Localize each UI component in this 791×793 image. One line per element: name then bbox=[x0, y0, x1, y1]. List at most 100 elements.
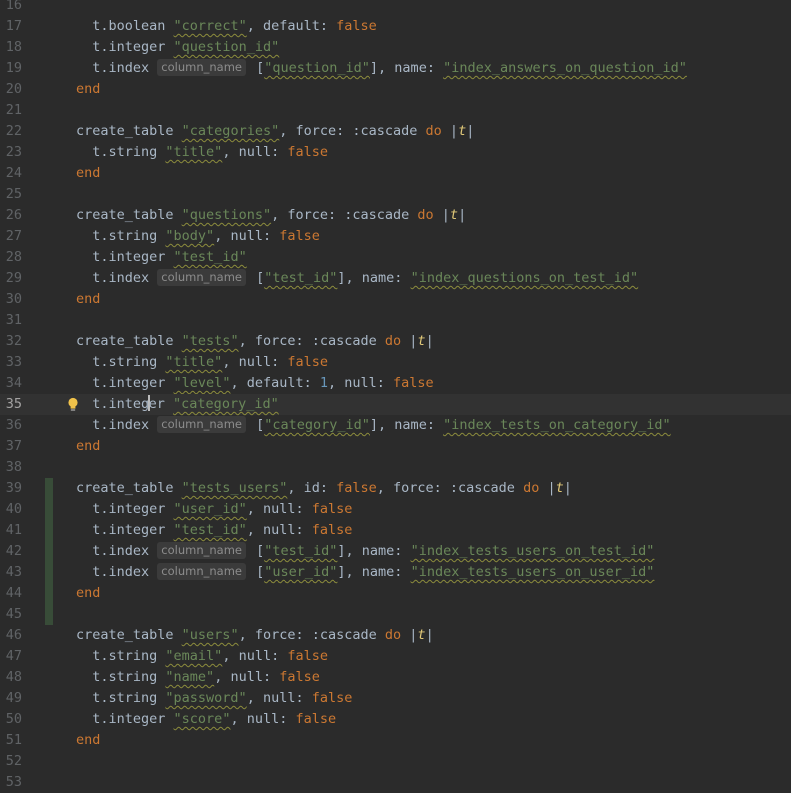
code-line[interactable]: 30 end bbox=[0, 289, 791, 310]
code-line[interactable]: 49 t.string "password", null: false bbox=[0, 688, 791, 709]
line-number: 42 bbox=[5, 543, 22, 559]
changed-lines-marker[interactable] bbox=[45, 604, 53, 625]
code-line[interactable]: 18 t.integer "question_id" bbox=[0, 37, 791, 58]
code-text: create_table bbox=[76, 333, 182, 349]
line-number: 25 bbox=[5, 186, 22, 202]
code-line[interactable]: 32 create_table "tests", force: :cascade … bbox=[0, 331, 791, 352]
keyword-token: false bbox=[279, 228, 320, 244]
string-token: "question_id" bbox=[264, 60, 370, 76]
string-token: "correct" bbox=[173, 18, 247, 34]
string-token: "test_id" bbox=[173, 522, 247, 538]
string-token: "user_id" bbox=[264, 564, 338, 580]
code-line[interactable]: 17 t.boolean "correct", default: false bbox=[0, 16, 791, 37]
line-number: 31 bbox=[5, 312, 22, 328]
code-line[interactable]: 21 bbox=[0, 100, 791, 121]
code-content: end bbox=[76, 436, 100, 457]
code-line[interactable]: 26 create_table "questions", force: :casc… bbox=[0, 205, 791, 226]
code-line[interactable]: 33 t.string "title", null: false bbox=[0, 352, 791, 373]
code-line[interactable]: 50 t.integer "score", null: false bbox=[0, 709, 791, 730]
code-line[interactable]: 36 t.index column_name ["category_id"], … bbox=[0, 415, 791, 436]
code-line[interactable]: 31 bbox=[0, 310, 791, 331]
block-param-token: t bbox=[458, 123, 467, 139]
code-line[interactable]: 46 create_table "users", force: :cascade … bbox=[0, 625, 791, 646]
code-text: [ bbox=[247, 417, 265, 433]
code-line[interactable]: 42 t.index column_name ["test_id"], name… bbox=[0, 541, 791, 562]
parameter-hint[interactable]: column_name bbox=[157, 269, 246, 286]
changed-lines-marker[interactable] bbox=[45, 562, 53, 583]
code-text: t.integer bbox=[76, 501, 174, 517]
code-line[interactable]: 35 t.integer "category_id" bbox=[0, 394, 791, 415]
code-line[interactable]: 40 t.integer "user_id", null: false bbox=[0, 499, 791, 520]
code-text: , force: :cascade bbox=[376, 480, 524, 496]
block-param-token: t bbox=[449, 207, 459, 223]
code-line[interactable]: 23 t.string "title", null: false bbox=[0, 142, 791, 163]
code-text: , id: bbox=[287, 480, 337, 496]
code-text: , null: bbox=[246, 501, 312, 517]
code-text: | bbox=[425, 333, 434, 349]
code-line[interactable]: 27 t.string "body", null: false bbox=[0, 226, 791, 247]
parameter-hint[interactable]: column_name bbox=[157, 542, 246, 559]
code-line[interactable]: 20 end bbox=[0, 79, 791, 100]
code-line[interactable]: 22 create_table "categories", force: :cas… bbox=[0, 121, 791, 142]
line-number: 18 bbox=[5, 39, 22, 55]
code-text: t.string bbox=[76, 669, 166, 685]
code-content: t.index column_name ["test_id"], name: "… bbox=[76, 268, 638, 289]
line-number: 32 bbox=[5, 333, 22, 349]
code-text: t.string bbox=[76, 144, 166, 160]
string-token: "question_id" bbox=[173, 39, 280, 55]
parameter-hint[interactable]: column_name bbox=[157, 563, 246, 580]
code-line[interactable]: 52 bbox=[0, 751, 791, 772]
code-line[interactable]: 39 create_table "tests_users", id: false,… bbox=[0, 478, 791, 499]
keyword-token: end bbox=[76, 732, 101, 748]
keyword-token: end bbox=[76, 438, 101, 454]
string-token: "users" bbox=[181, 627, 239, 643]
changed-lines-marker[interactable] bbox=[45, 499, 53, 520]
code-content: t.integer "test_id", null: false bbox=[76, 520, 352, 541]
code-line[interactable]: 28 t.integer "test_id" bbox=[0, 247, 791, 268]
code-line[interactable]: 25 bbox=[0, 184, 791, 205]
code-line[interactable]: 34 t.integer "level", default: 1, null: … bbox=[0, 373, 791, 394]
changed-lines-marker[interactable] bbox=[45, 478, 53, 499]
code-line[interactable]: 37 end bbox=[0, 436, 791, 457]
code-line[interactable]: 29 t.index column_name ["test_id"], name… bbox=[0, 268, 791, 289]
keyword-token: false bbox=[287, 354, 328, 370]
code-line[interactable]: 24 end bbox=[0, 163, 791, 184]
code-text: | bbox=[401, 627, 418, 643]
code-text: | bbox=[539, 480, 556, 496]
code-text: t.string bbox=[76, 228, 166, 244]
code-text: , default: bbox=[230, 375, 320, 391]
code-content: t.index column_name ["test_id"], name: "… bbox=[76, 541, 654, 562]
code-line[interactable]: 47 t.string "email", null: false bbox=[0, 646, 791, 667]
code-line[interactable]: 53 bbox=[0, 772, 791, 793]
code-line[interactable]: 41 t.integer "test_id", null: false bbox=[0, 520, 791, 541]
line-number: 33 bbox=[5, 354, 22, 370]
code-editor[interactable]: 16 17 t.boolean "correct", default: false… bbox=[0, 0, 791, 793]
code-line[interactable]: 16 bbox=[0, 0, 791, 16]
code-line[interactable]: 44 end bbox=[0, 583, 791, 604]
code-content: t.integer "category_id" bbox=[76, 394, 279, 415]
code-line[interactable]: 51 end bbox=[0, 730, 791, 751]
line-number: 39 bbox=[5, 480, 22, 496]
keyword-token: end bbox=[76, 585, 101, 601]
changed-lines-marker[interactable] bbox=[45, 541, 53, 562]
code-text: ], name: bbox=[369, 60, 444, 76]
parameter-hint[interactable]: column_name bbox=[157, 59, 246, 76]
code-text: , default: bbox=[246, 18, 337, 34]
code-text: [ bbox=[247, 60, 265, 76]
code-line[interactable]: 45 bbox=[0, 604, 791, 625]
keyword-token: do bbox=[384, 333, 402, 349]
string-token: "index_tests_users_on_user_id" bbox=[410, 564, 655, 580]
string-token: "tests_users" bbox=[181, 480, 288, 496]
code-content: t.string "title", null: false bbox=[76, 352, 328, 373]
block-param-token: t bbox=[555, 480, 564, 496]
code-line[interactable]: 43 t.index column_name ["user_id"], name… bbox=[0, 562, 791, 583]
code-line[interactable]: 19 t.index column_name ["question_id"], … bbox=[0, 58, 791, 79]
code-line[interactable]: 38 bbox=[0, 457, 791, 478]
changed-lines-marker[interactable] bbox=[45, 520, 53, 541]
code-text: , force: :cascade bbox=[238, 627, 385, 643]
parameter-hint[interactable]: column_name bbox=[157, 416, 246, 433]
code-line[interactable]: 48 t.string "name", null: false bbox=[0, 667, 791, 688]
code-content: create_table "tests", force: :cascade do… bbox=[76, 331, 434, 352]
keyword-token: false bbox=[279, 669, 320, 685]
changed-lines-marker[interactable] bbox=[45, 583, 53, 604]
